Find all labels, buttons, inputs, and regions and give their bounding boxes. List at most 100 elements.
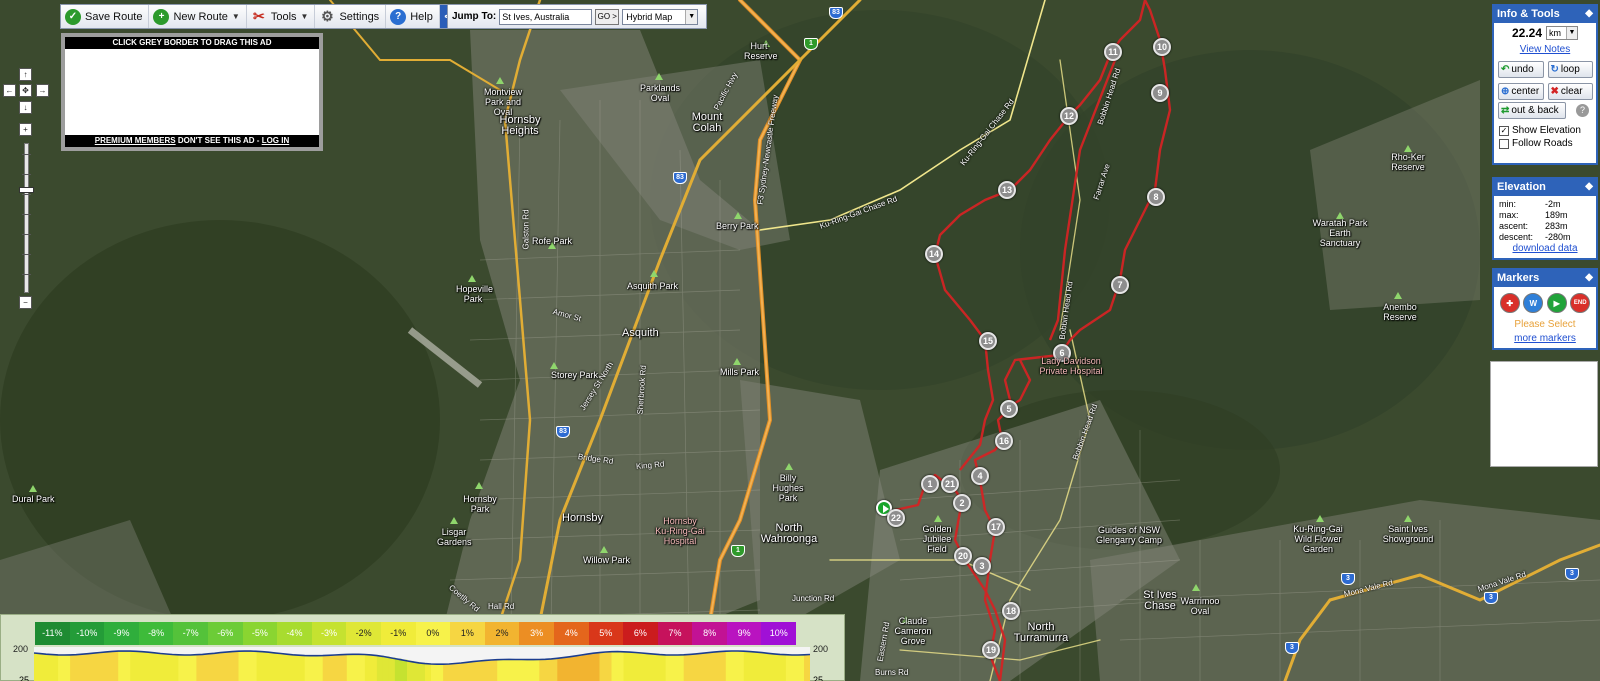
markers-panel: Markers ◆ ✚ W ▶ END Please Select more m… bbox=[1492, 268, 1598, 350]
log-in-link[interactable]: LOG IN bbox=[262, 136, 290, 145]
tools-button[interactable]: ✂ Tools ▼ bbox=[246, 5, 316, 28]
park-icon bbox=[29, 485, 37, 492]
route-marker[interactable]: 9 bbox=[1151, 84, 1169, 102]
collapse-icon[interactable]: ◆ bbox=[1585, 179, 1593, 196]
map-type-select[interactable]: Hybrid Map ▼ bbox=[622, 8, 699, 25]
route-marker[interactable]: 13 bbox=[998, 181, 1016, 199]
zoom-slider-handle[interactable] bbox=[19, 187, 34, 193]
grade-step: 1% bbox=[450, 622, 485, 645]
loop-button[interactable]: ↻ loop bbox=[1547, 61, 1593, 78]
park-label: Claude Cameron Grove bbox=[894, 616, 932, 646]
pan-up-button[interactable]: ↑ bbox=[19, 68, 32, 81]
go-button[interactable]: GO > bbox=[595, 8, 620, 25]
start-marker-icon[interactable]: ▶ bbox=[1546, 293, 1567, 313]
pan-left-button[interactable]: ← bbox=[3, 84, 16, 97]
elevation-strip bbox=[190, 655, 197, 681]
route-marker[interactable]: 5 bbox=[1000, 400, 1018, 418]
elevation-profile-panel[interactable]: -11% -10% -9% -8% -7% -6% -5% -4% -3% -2% -1% 0% 1% 2… bbox=[0, 614, 845, 681]
first-aid-marker-icon[interactable]: ✚ bbox=[1499, 293, 1520, 313]
route-marker[interactable]: 16 bbox=[995, 432, 1013, 450]
new-route-button[interactable]: + New Route ▼ bbox=[149, 5, 247, 28]
route-marker[interactable]: 15 bbox=[979, 332, 997, 350]
elevation-strip bbox=[798, 655, 805, 681]
pan-right-button[interactable]: → bbox=[36, 84, 49, 97]
markers-header[interactable]: Markers ◆ bbox=[1494, 270, 1596, 287]
premium-members-link[interactable]: PREMIUM MEMBERS bbox=[95, 136, 176, 145]
route-marker[interactable]: 2 bbox=[953, 494, 971, 512]
out-back-button[interactable]: ⇄ out & back bbox=[1498, 102, 1566, 119]
grade-step: -3% bbox=[311, 622, 347, 645]
save-route-button[interactable]: ✓ Save Route bbox=[61, 5, 150, 28]
elevation-strip bbox=[370, 654, 378, 681]
elevation-strip bbox=[214, 653, 222, 681]
grade-step: -7% bbox=[173, 622, 208, 645]
elevation-strip bbox=[593, 653, 600, 681]
route-marker[interactable]: 8 bbox=[1147, 188, 1165, 206]
pan-center-button[interactable]: ✥ bbox=[19, 84, 32, 97]
center-button[interactable]: ⊕ center bbox=[1498, 83, 1544, 100]
route-marker[interactable]: 14 bbox=[925, 245, 943, 263]
elevation-strip bbox=[731, 651, 739, 681]
pan-down-button[interactable]: ↓ bbox=[19, 101, 32, 114]
elevation-strip bbox=[280, 653, 288, 681]
main-toolbar: ✓ Save Route + New Route ▼ ✂ Tools ▼ ⚙ S… bbox=[60, 4, 463, 29]
route-marker[interactable]: 4 bbox=[971, 467, 989, 485]
elevation-strip bbox=[220, 652, 228, 681]
route-marker[interactable]: 11 bbox=[1104, 43, 1122, 61]
elevation-strip bbox=[575, 655, 582, 681]
elevation-strip bbox=[509, 659, 516, 681]
elevation-strip bbox=[725, 651, 733, 681]
route-marker[interactable]: 21 bbox=[941, 475, 959, 493]
water-marker-icon[interactable]: W bbox=[1523, 293, 1544, 313]
route-marker[interactable]: 7 bbox=[1111, 276, 1129, 294]
zoom-slider-track[interactable] bbox=[22, 143, 31, 293]
elevation-strip bbox=[298, 655, 306, 681]
end-marker-icon[interactable]: END bbox=[1570, 293, 1591, 313]
ad-box[interactable]: CLICK GREY BORDER TO DRAG THIS AD PREMIU… bbox=[61, 33, 323, 151]
undo-button[interactable]: ↶ undo bbox=[1498, 61, 1544, 78]
view-notes-link[interactable]: View Notes bbox=[1494, 44, 1596, 55]
elevation-strip bbox=[707, 652, 715, 681]
elevation-strip bbox=[160, 653, 167, 681]
follow-roads-checkbox[interactable]: Follow Roads bbox=[1494, 137, 1596, 150]
out-back-row: ⇄ out & back ? bbox=[1494, 102, 1596, 119]
route-marker[interactable]: 1 bbox=[921, 475, 939, 493]
zoom-in-button[interactable]: + bbox=[19, 123, 32, 136]
plus-icon: + bbox=[153, 8, 170, 25]
elevation-strip bbox=[623, 651, 631, 681]
elevation-strip bbox=[142, 651, 149, 681]
route-marker[interactable]: 18 bbox=[1002, 602, 1020, 620]
download-data-link[interactable]: download data bbox=[1494, 243, 1596, 254]
park-icon bbox=[734, 212, 742, 219]
grade-step: -6% bbox=[207, 622, 243, 645]
info-tools-header[interactable]: Info & Tools ◆ bbox=[1494, 6, 1596, 23]
zoom-out-button[interactable]: − bbox=[19, 296, 32, 309]
help-button[interactable]: ? Help bbox=[386, 5, 440, 28]
location-search-input[interactable] bbox=[499, 8, 593, 25]
grade-legend: -11% -10% -9% -8% -7% -6% -5% -4% -3% -2% -1% 0% 1% 2… bbox=[35, 622, 797, 645]
route-marker[interactable]: 12 bbox=[1060, 107, 1078, 125]
route-marker[interactable]: 22 bbox=[887, 509, 905, 527]
route-marker[interactable]: 3 bbox=[973, 557, 991, 575]
clear-button[interactable]: ✖ clear bbox=[1547, 83, 1593, 100]
elevation-strip bbox=[671, 655, 679, 681]
route-marker[interactable]: 19 bbox=[982, 641, 1000, 659]
collapse-icon[interactable]: ◆ bbox=[1585, 6, 1593, 23]
elevation-header[interactable]: Elevation ◆ bbox=[1494, 179, 1596, 196]
stat-value: -280m bbox=[1545, 232, 1571, 242]
elevation-strip bbox=[581, 655, 588, 681]
park-icon bbox=[600, 546, 608, 553]
clear-icon: ✖ bbox=[1550, 86, 1559, 97]
settings-button[interactable]: ⚙ Settings bbox=[315, 5, 387, 28]
park-icon bbox=[1192, 584, 1200, 591]
route-marker[interactable]: 10 bbox=[1153, 38, 1171, 56]
chevron-down-icon: ▼ bbox=[685, 9, 698, 24]
show-elevation-checkbox[interactable]: ✓ Show Elevation bbox=[1494, 124, 1596, 137]
unit-select[interactable]: km ▼ bbox=[1546, 26, 1579, 40]
elevation-strip bbox=[503, 659, 510, 681]
more-markers-link[interactable]: more markers bbox=[1494, 333, 1596, 344]
route-marker[interactable]: 17 bbox=[987, 518, 1005, 536]
collapse-icon[interactable]: ◆ bbox=[1585, 270, 1593, 287]
grade-step: -11% bbox=[35, 622, 70, 645]
help-icon[interactable]: ? bbox=[1576, 104, 1589, 117]
